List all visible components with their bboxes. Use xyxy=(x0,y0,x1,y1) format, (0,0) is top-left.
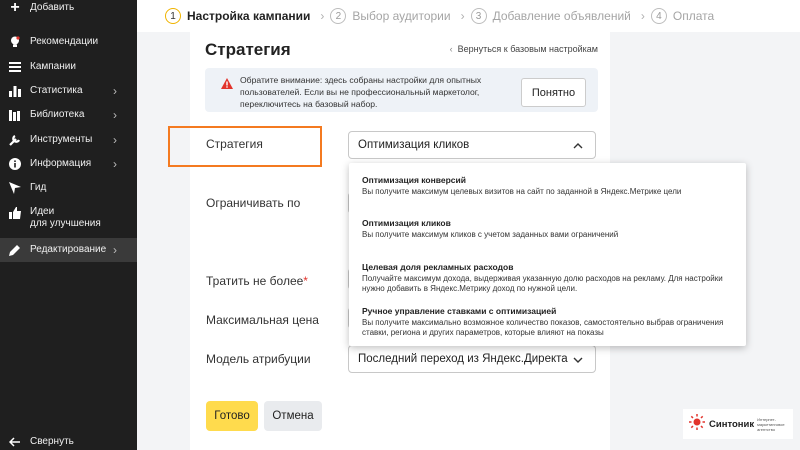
step-audience[interactable]: 2 Выбор аудитории xyxy=(330,8,451,24)
sidebar-item-editing[interactable]: Редактирование › xyxy=(0,238,137,262)
option-description: Вы получите максимум кликов с учетом зад… xyxy=(362,230,619,239)
sintonik-logo: Синтоник Интернет-маркетинговое агентств… xyxy=(683,409,793,439)
strategy-select-value: Оптимизация кликов xyxy=(358,139,470,151)
chevron-down-icon xyxy=(573,352,583,366)
chevron-left-icon: ‹ xyxy=(449,44,453,54)
step-label: Оплата xyxy=(672,9,715,23)
step-number: 3 xyxy=(470,8,487,24)
sidebar-item-information[interactable]: Информация › xyxy=(0,152,137,176)
option-description: Вы получите максимум целевых визитов на … xyxy=(362,187,682,196)
dropdown-option-manual-bidding[interactable]: Ручное управление ставками с оптимизацие… xyxy=(362,306,740,338)
list-icon xyxy=(8,60,22,74)
attribution-select-value: Последний переход из Яндекс.Директа xyxy=(358,353,568,365)
logo-name: Синтоник xyxy=(709,418,755,430)
step-ads[interactable]: 3 Добавление объявлений xyxy=(470,8,631,24)
strategy-highlight-frame xyxy=(168,126,322,167)
info-icon xyxy=(8,157,22,171)
sidebar-item-label: для улучшения xyxy=(30,218,101,229)
collapse-arrow-icon xyxy=(8,435,22,449)
warning-text: Обратите внимание: здесь собраны настрой… xyxy=(240,75,482,109)
option-title: Ручное управление ставками с оптимизацие… xyxy=(362,306,557,316)
done-button[interactable]: Готово xyxy=(206,401,258,431)
page-title: Стратегия xyxy=(205,40,291,59)
understood-button[interactable]: Понятно xyxy=(521,78,586,107)
sidebar-item-recommendations[interactable]: Рекомендации xyxy=(0,30,137,54)
strategy-dropdown-menu: Оптимизация конверсий Вы получите максим… xyxy=(349,163,746,346)
sidebar-item-label: Идеи xyxy=(30,206,55,217)
step-number: 2 xyxy=(330,8,347,24)
chevron-right-icon: › xyxy=(113,157,117,171)
step-number: 4 xyxy=(650,8,667,24)
max-price-label: Максимальная цена xyxy=(206,313,319,327)
limit-by-label: Ограничивать по xyxy=(206,196,301,210)
dropdown-option-ad-spend-share[interactable]: Целевая доля рекламных расходов Получайт… xyxy=(362,262,740,294)
warning-icon xyxy=(221,76,233,89)
attribution-model-select[interactable]: Последний переход из Яндекс.Директа xyxy=(348,345,596,373)
chevron-right-icon: › xyxy=(113,243,117,257)
sidebar-item-library[interactable]: Библиотека › xyxy=(0,103,137,127)
sidebar-item-tools[interactable]: Инструменты › xyxy=(0,128,137,152)
dropdown-option-conversions[interactable]: Оптимизация конверсий Вы получите максим… xyxy=(362,175,740,197)
spend-limit-label: Тратить не более* xyxy=(206,274,308,288)
option-title: Оптимизация конверсий xyxy=(362,175,466,185)
plus-icon: + xyxy=(10,0,20,16)
sidebar-collapse-button[interactable]: Свернуть xyxy=(0,430,137,450)
attribution-model-label: Модель атрибуции xyxy=(206,352,311,366)
back-link-label: Вернуться к базовым настройкам xyxy=(457,44,598,54)
option-title: Целевая доля рекламных расходов xyxy=(362,262,514,272)
sidebar-item-campaigns[interactable]: Кампании xyxy=(0,55,137,79)
option-description: Вы получите максимально возможное количе… xyxy=(362,318,724,337)
chevron-right-icon: › xyxy=(113,133,117,147)
campaign-stepper: 1 Настройка кампании › 2 Выбор аудитории… xyxy=(137,0,800,32)
sidebar-item-statistics[interactable]: Статистика › xyxy=(0,79,137,103)
step-label: Добавление объявлений xyxy=(492,9,631,23)
sidebar-item-guide[interactable]: Гид xyxy=(0,176,137,200)
sidebar: + Добавить Рекомендации Кампании Статист… xyxy=(0,0,137,450)
chevron-right-icon: › xyxy=(460,9,465,23)
logo-tagline: Интернет-маркетинговое агентство xyxy=(757,416,785,432)
pencil-icon xyxy=(8,243,22,257)
bar-chart-icon xyxy=(8,84,22,98)
sun-logo-icon xyxy=(689,413,705,435)
dropdown-option-clicks[interactable]: Оптимизация кликов Вы получите максимум … xyxy=(362,218,740,240)
back-to-basic-settings-link[interactable]: ‹ Вернуться к базовым настройкам xyxy=(450,44,598,54)
required-marker: * xyxy=(303,274,308,288)
cancel-button[interactable]: Отмена xyxy=(264,401,322,431)
option-description: Получайте максимум дохода, выдерживая ук… xyxy=(362,274,723,293)
sidebar-item-ideas[interactable]: Идеи для улучшения xyxy=(0,203,137,233)
chevron-right-icon: › xyxy=(640,9,645,23)
thumbs-up-icon xyxy=(8,206,22,220)
step-label: Выбор аудитории xyxy=(352,9,451,23)
warning-banner: Обратите внимание: здесь собраны настрой… xyxy=(205,68,598,112)
wrench-icon xyxy=(8,133,22,147)
chevron-up-icon xyxy=(573,138,583,152)
chevron-right-icon: › xyxy=(113,108,117,122)
library-icon xyxy=(8,108,22,122)
step-label: Настройка кампании xyxy=(187,9,311,23)
sidebar-item-add[interactable]: + Добавить xyxy=(0,0,137,20)
option-title: Оптимизация кликов xyxy=(362,218,451,228)
bulb-icon xyxy=(8,35,22,49)
step-campaign-settings[interactable]: 1 Настройка кампании xyxy=(165,8,310,24)
step-number: 1 xyxy=(165,8,181,24)
spend-limit-text: Тратить не более xyxy=(206,274,304,288)
step-payment[interactable]: 4 Оплата xyxy=(650,8,715,24)
guide-icon xyxy=(8,181,22,195)
strategy-select[interactable]: Оптимизация кликов xyxy=(348,131,596,159)
chevron-right-icon: › xyxy=(113,84,117,98)
chevron-right-icon: › xyxy=(320,9,325,23)
